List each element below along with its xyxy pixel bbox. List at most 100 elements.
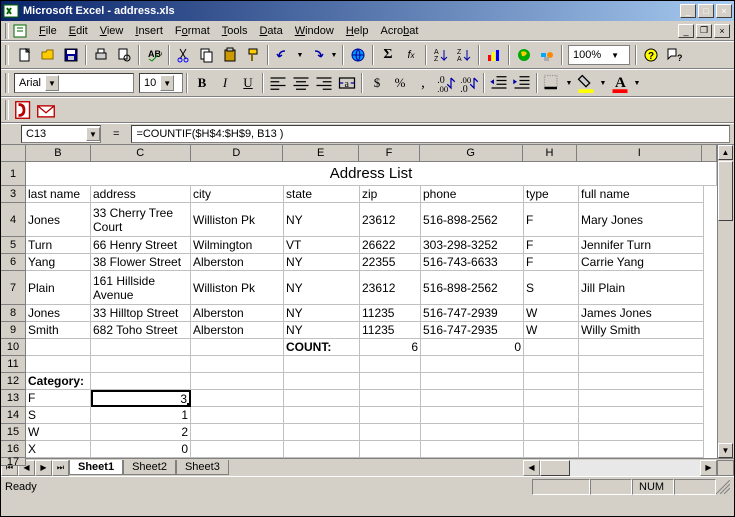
row-header[interactable]: 3 — [1, 186, 26, 203]
cell[interactable]: Williston Pk — [191, 203, 284, 237]
cell[interactable] — [421, 424, 524, 441]
cell[interactable]: X — [26, 441, 91, 458]
cell[interactable] — [26, 356, 91, 373]
menu-insert[interactable]: Insert — [129, 23, 169, 39]
toolbar-grip[interactable] — [5, 45, 9, 65]
pdf-mail-button[interactable] — [35, 99, 57, 121]
cell[interactable]: F — [524, 203, 579, 237]
font-size-combo[interactable]: 10▼ — [139, 73, 183, 93]
cell[interactable] — [421, 356, 524, 373]
cell[interactable] — [284, 441, 360, 458]
cell[interactable]: W — [26, 424, 91, 441]
currency-button[interactable]: $ — [366, 72, 388, 94]
decrease-decimal-button[interactable]: .00.0 — [458, 72, 480, 94]
font-color-dropdown[interactable]: ▼ — [632, 72, 642, 94]
cell[interactable]: Alberston — [191, 322, 284, 339]
cell[interactable]: 516-898-2562 — [421, 203, 524, 237]
menubar-grip[interactable] — [5, 23, 9, 39]
cell[interactable]: 0 — [421, 339, 524, 356]
comma-button[interactable]: , — [412, 72, 434, 94]
create-pdf-button[interactable] — [13, 99, 35, 121]
cell[interactable]: 682 Toho Street — [91, 322, 191, 339]
cell[interactable]: 516-747-2939 — [421, 305, 524, 322]
cell[interactable]: 303-298-3252 — [421, 237, 524, 254]
cell[interactable] — [524, 390, 579, 407]
cell[interactable]: Carrie Yang — [579, 254, 704, 271]
cell[interactable] — [360, 390, 421, 407]
column-headers[interactable]: B C D E F G H I — [26, 145, 717, 162]
cell[interactable]: Wilmington — [191, 237, 284, 254]
scroll-thumb[interactable] — [718, 161, 733, 221]
cell[interactable]: 66 Henry Street — [91, 237, 191, 254]
font-name-combo[interactable]: Arial▼ — [14, 73, 134, 93]
formula-input[interactable]: =COUNTIF($H$4:$H$9, B13 ) — [131, 125, 730, 143]
cell[interactable] — [524, 356, 579, 373]
format-grip[interactable] — [5, 73, 9, 93]
align-right-button[interactable] — [313, 72, 335, 94]
row-headers[interactable]: 1 3 4 5 6 7 8 9 10 11 12 13 14 15 16 17 — [1, 162, 26, 466]
cells-grid[interactable]: Address List last name address city stat… — [26, 162, 717, 458]
cell[interactable]: type — [524, 186, 579, 203]
cell[interactable]: Jennifer Turn — [579, 237, 704, 254]
borders-dropdown[interactable]: ▼ — [564, 72, 574, 94]
sort-desc-button[interactable]: ZA — [453, 44, 475, 66]
cell[interactable] — [284, 373, 360, 390]
cell[interactable] — [26, 339, 91, 356]
cell[interactable] — [191, 390, 284, 407]
paste-button[interactable] — [219, 44, 241, 66]
row-header[interactable]: 14 — [1, 407, 26, 424]
cell[interactable] — [579, 339, 704, 356]
percent-button[interactable]: % — [389, 72, 411, 94]
cell[interactable]: S — [524, 271, 579, 305]
cell[interactable]: Mary Jones — [579, 203, 704, 237]
hscroll-thumb[interactable] — [540, 460, 570, 476]
sheet-tab-1[interactable]: Sheet1 — [69, 460, 123, 475]
print-preview-button[interactable] — [113, 44, 135, 66]
menu-file[interactable]: File — [33, 23, 63, 39]
cell[interactable] — [421, 407, 524, 424]
cell[interactable] — [579, 356, 704, 373]
merge-center-button[interactable]: a — [336, 72, 358, 94]
row-header[interactable]: 11 — [1, 356, 26, 373]
map-button[interactable] — [513, 44, 535, 66]
cell[interactable]: Jones — [26, 203, 91, 237]
cell[interactable]: 33 Cherry Tree Court — [91, 203, 191, 237]
minimize-button[interactable]: _ — [680, 4, 696, 18]
row-header[interactable]: 12 — [1, 373, 26, 390]
save-button[interactable] — [60, 44, 82, 66]
autosum-button[interactable]: Σ — [377, 44, 399, 66]
col-header-D[interactable]: D — [191, 145, 284, 162]
maximize-button[interactable]: □ — [698, 4, 714, 18]
cell[interactable] — [191, 339, 284, 356]
row-header[interactable]: 10 — [1, 339, 26, 356]
row-header[interactable]: 8 — [1, 305, 26, 322]
menu-help[interactable]: Help — [340, 23, 375, 39]
row-header[interactable]: 4 — [1, 203, 26, 237]
redo-button[interactable] — [306, 44, 328, 66]
undo-dropdown[interactable]: ▼ — [295, 44, 305, 66]
cell[interactable]: Alberston — [191, 305, 284, 322]
undo-button[interactable] — [272, 44, 294, 66]
align-center-button[interactable] — [290, 72, 312, 94]
cell[interactable] — [284, 407, 360, 424]
workbook-icon[interactable] — [13, 24, 27, 38]
resize-grip[interactable] — [716, 480, 730, 494]
cell[interactable]: 22355 — [360, 254, 421, 271]
cell[interactable] — [524, 373, 579, 390]
cell[interactable]: F — [26, 390, 91, 407]
acrobat-grip[interactable] — [5, 100, 9, 120]
cell[interactable] — [360, 356, 421, 373]
cell[interactable]: Turn — [26, 237, 91, 254]
font-color-button[interactable]: A — [609, 72, 631, 94]
cell[interactable] — [284, 356, 360, 373]
cell[interactable] — [579, 424, 704, 441]
cell[interactable]: address — [91, 186, 191, 203]
cell[interactable]: 23612 — [360, 203, 421, 237]
fill-color-dropdown[interactable]: ▼ — [598, 72, 608, 94]
cell[interactable] — [91, 373, 191, 390]
hscroll-left-button[interactable]: ◀ — [523, 460, 540, 476]
redo-dropdown[interactable]: ▼ — [329, 44, 339, 66]
cell[interactable]: Category: — [26, 373, 91, 390]
sort-asc-button[interactable]: AZ — [430, 44, 452, 66]
cell[interactable] — [524, 339, 579, 356]
